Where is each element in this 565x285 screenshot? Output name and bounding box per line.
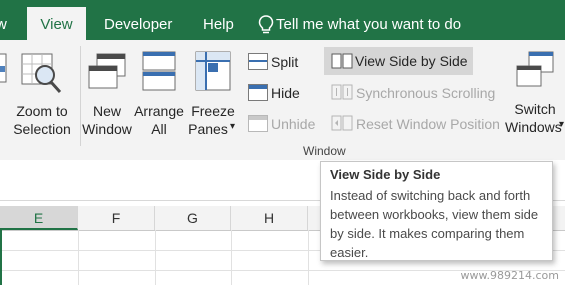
lightbulb-icon bbox=[256, 14, 276, 36]
synchronous-scrolling-button[interactable]: Synchronous Scrolling bbox=[356, 84, 495, 102]
new-window-line1: New bbox=[92, 103, 121, 119]
tooltip-body: Instead of switching back and forth betw… bbox=[330, 188, 539, 260]
tab-view[interactable]: View bbox=[27, 7, 86, 40]
column-header-h[interactable]: H bbox=[231, 206, 308, 230]
page-layout-icon bbox=[0, 53, 7, 83]
selected-column-border bbox=[0, 230, 2, 285]
split-button[interactable]: Split bbox=[271, 53, 298, 71]
tab-developer[interactable]: Developer bbox=[104, 15, 172, 35]
tell-me-search[interactable]: Tell me what you want to do bbox=[276, 15, 461, 35]
column-header-e[interactable]: E bbox=[0, 206, 78, 230]
arrange-all-line1: Arrange bbox=[134, 103, 184, 119]
view-side-by-side-tooltip: View Side by Side Instead of switching b… bbox=[320, 161, 553, 261]
gridline bbox=[155, 230, 156, 285]
switch-windows-line2: Windows bbox=[505, 119, 562, 135]
tab-partial[interactable]: w bbox=[0, 15, 7, 35]
zoom-to-selection-icon bbox=[21, 53, 62, 94]
window-group-label: Window bbox=[303, 144, 346, 158]
ribbon-tab-bar: w View Developer Help Tell me what you w… bbox=[0, 0, 565, 40]
reset-window-position-icon bbox=[331, 115, 353, 131]
view-side-by-side-label: View Side by Side bbox=[355, 53, 468, 69]
side-by-side-icon bbox=[331, 53, 353, 69]
column-header-g[interactable]: G bbox=[155, 206, 231, 230]
unhide-icon bbox=[248, 115, 268, 132]
zoom-to-selection-line2: Selection bbox=[13, 121, 71, 137]
new-window-line2: Window bbox=[82, 121, 132, 137]
freeze-panes-button[interactable]: Freeze Panes ▾ bbox=[188, 48, 238, 142]
hide-button[interactable]: Hide bbox=[271, 84, 300, 102]
tooltip-title: View Side by Side bbox=[330, 167, 441, 182]
split-icon bbox=[248, 53, 268, 70]
reset-window-position-button[interactable]: Reset Window Position bbox=[356, 115, 500, 133]
column-header-f[interactable]: F bbox=[78, 206, 155, 230]
switch-windows-icon bbox=[516, 51, 554, 87]
zoom-to-selection-line1: Zoom to bbox=[16, 103, 68, 119]
chevron-down-icon: ▾ bbox=[230, 121, 236, 132]
gridline bbox=[308, 230, 309, 285]
view-side-by-side-button[interactable]: View Side by Side bbox=[324, 47, 473, 75]
gridline bbox=[78, 230, 79, 285]
arrange-all-button[interactable]: Arrange All bbox=[134, 48, 184, 142]
new-window-icon bbox=[88, 53, 126, 89]
tab-view-label: View bbox=[40, 16, 73, 33]
tab-help[interactable]: Help bbox=[203, 15, 234, 35]
arrange-all-icon bbox=[142, 51, 176, 91]
zoom-to-selection-button[interactable]: Zoom to Selection bbox=[8, 48, 76, 142]
freeze-panes-line2: Panes bbox=[188, 121, 228, 137]
hide-icon bbox=[248, 84, 268, 101]
watermark: www.989214.com bbox=[460, 269, 559, 282]
chevron-down-icon: ▾ bbox=[559, 119, 565, 130]
switch-windows-line1: Switch bbox=[514, 101, 556, 117]
unhide-button[interactable]: Unhide bbox=[271, 115, 315, 133]
ribbon-window-group: Zoom to Selection New Window Arrange All bbox=[0, 40, 565, 161]
synchronous-scrolling-icon bbox=[331, 84, 353, 100]
new-window-button[interactable]: New Window bbox=[82, 48, 132, 142]
freeze-panes-icon bbox=[195, 51, 231, 91]
gridline bbox=[231, 230, 232, 285]
arrange-all-line2: All bbox=[151, 121, 167, 137]
switch-windows-button[interactable]: Switch Windows ▾ bbox=[505, 48, 565, 142]
